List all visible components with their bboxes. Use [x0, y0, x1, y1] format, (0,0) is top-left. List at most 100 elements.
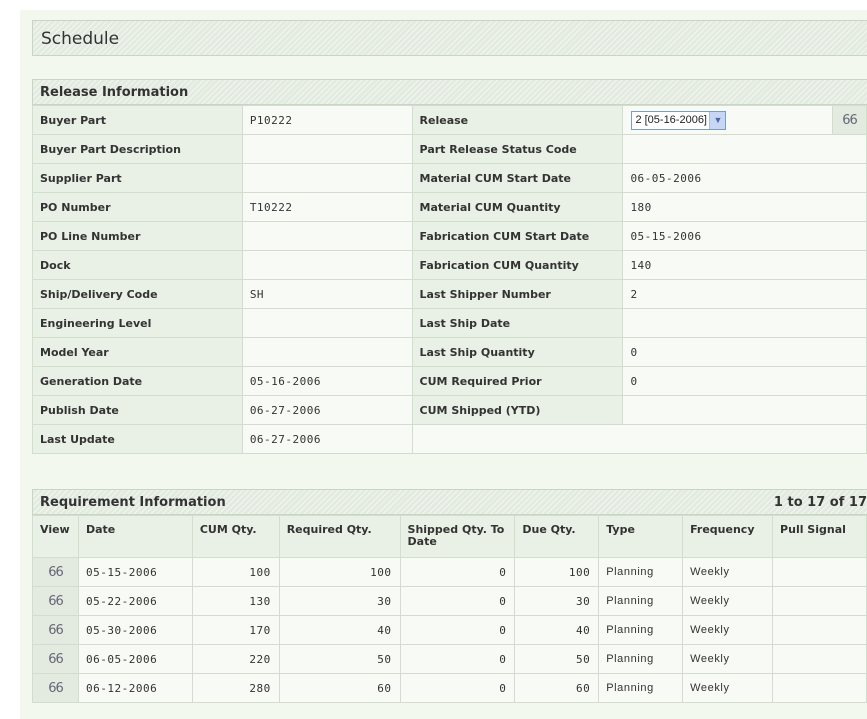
- value-cum-shipped-ytd: [622, 395, 867, 425]
- label-po-line-number: PO Line Number: [32, 221, 243, 251]
- release-info-table: Buyer Part P10222 Release 2 [05-16-2006] ▼ 66…: [32, 105, 867, 454]
- release-row: Model Year Last Ship Quantity 0: [32, 337, 867, 367]
- value-last-update: 06-27-2006: [241, 424, 413, 454]
- label-material-cum-quantity: Material CUM Quantity: [411, 192, 624, 222]
- cell-date: 05-22-2006: [77, 586, 193, 616]
- cell-required-qty: 30: [278, 586, 401, 616]
- label-model-year: Model Year: [32, 337, 243, 367]
- requirement-info-title: Requirement Information: [40, 495, 226, 510]
- column-header-shipped-qty-to-date[interactable]: Shipped Qty. To Date: [399, 515, 516, 558]
- table-row: 66 05-30-2006 170 40 0 40 Planning Weekly: [32, 615, 867, 645]
- label-last-ship-date: Last Ship Date: [411, 308, 624, 338]
- value-ship-delivery-code: SH: [241, 279, 413, 309]
- cell-shipped-qty: 0: [399, 644, 516, 674]
- cell-cum-qty: 130: [191, 586, 280, 616]
- value-last-ship-quantity: 0: [622, 337, 867, 367]
- label-cum-shipped-ytd: CUM Shipped (YTD): [411, 395, 624, 425]
- label-buyer-part: Buyer Part: [32, 105, 243, 135]
- view-button[interactable]: 66: [32, 615, 79, 645]
- value-last-shipper-number: 2: [622, 279, 867, 309]
- value-part-release-status-code: [622, 134, 867, 164]
- label-last-shipper-number: Last Shipper Number: [411, 279, 624, 309]
- cell-required-qty: 100: [278, 557, 401, 587]
- value-material-cum-quantity: 180: [622, 192, 867, 222]
- requirement-info-header: Requirement Information 1 to 17 of 17: [32, 489, 867, 515]
- cell-pull-signal: [772, 673, 867, 703]
- chevron-down-icon[interactable]: ▼: [709, 112, 726, 129]
- cell-type: Planning: [598, 586, 684, 616]
- release-select[interactable]: 2 [05-16-2006] ▼: [631, 111, 727, 130]
- cell-cum-qty: 280: [191, 673, 280, 703]
- pagination-range: 1 to 17 of 17: [773, 495, 867, 510]
- column-header-due-qty[interactable]: Due Qty.: [514, 515, 600, 558]
- label-last-ship-quantity: Last Ship Quantity: [411, 337, 624, 367]
- eyeglasses-icon: 66: [842, 112, 858, 128]
- release-row: PO Line Number Fabrication CUM Start Date…: [32, 221, 867, 251]
- label-supplier-part: Supplier Part: [32, 163, 243, 193]
- cell-frequency: Weekly: [682, 586, 774, 616]
- view-button[interactable]: 66: [32, 644, 79, 674]
- column-header-required-qty[interactable]: Required Qty.: [278, 515, 401, 558]
- view-button[interactable]: 66: [32, 586, 79, 616]
- empty-cell: [411, 424, 867, 454]
- release-row: Buyer Part Description Part Release Statu…: [32, 134, 867, 164]
- value-cum-required-prior: 0: [622, 366, 867, 396]
- value-buyer-part-description: [241, 134, 413, 164]
- value-po-number: T10222: [241, 192, 413, 222]
- column-header-date[interactable]: Date: [77, 515, 193, 558]
- release-select-cell: 2 [05-16-2006] ▼: [622, 105, 833, 135]
- table-row: 66 05-15-2006 100 100 0 100 Planning Weekly: [32, 557, 867, 587]
- requirement-table: View Date CUM Qty. Required Qty. Shipped Qty…: [32, 515, 867, 703]
- release-row: Engineering Level Last Ship Date: [32, 308, 867, 338]
- release-row: Ship/Delivery Code SH Last Shipper Number 2: [32, 279, 867, 309]
- value-supplier-part: [241, 163, 413, 193]
- label-publish-date: Publish Date: [32, 395, 243, 425]
- column-header-view[interactable]: View: [32, 515, 79, 558]
- cell-shipped-qty: 0: [399, 615, 516, 645]
- release-lookup-button[interactable]: 66: [832, 105, 867, 135]
- cell-pull-signal: [772, 644, 867, 674]
- release-row: Buyer Part P10222 Release 2 [05-16-2006] ▼ 66: [32, 105, 867, 135]
- label-part-release-status-code: Part Release Status Code: [411, 134, 624, 164]
- cell-date: 05-15-2006: [77, 557, 193, 587]
- cell-due-qty: 30: [514, 586, 600, 616]
- cell-shipped-qty: 0: [399, 557, 516, 587]
- column-header-pull-signal[interactable]: Pull Signal: [772, 515, 867, 558]
- cell-cum-qty: 170: [191, 615, 280, 645]
- label-cum-required-prior: CUM Required Prior: [411, 366, 624, 396]
- cell-due-qty: 40: [514, 615, 600, 645]
- cell-type: Planning: [598, 673, 684, 703]
- label-ship-delivery-code: Ship/Delivery Code: [32, 279, 243, 309]
- page-title: Schedule: [41, 29, 120, 49]
- label-release: Release: [411, 105, 624, 135]
- value-dock: [241, 250, 413, 280]
- value-last-ship-date: [622, 308, 867, 338]
- cell-required-qty: 50: [278, 644, 401, 674]
- eyeglasses-icon: 66: [48, 593, 64, 609]
- label-engineering-level: Engineering Level: [32, 308, 243, 338]
- column-header-type[interactable]: Type: [598, 515, 684, 558]
- value-fabrication-cum-quantity: 140: [622, 250, 867, 280]
- eyeglasses-icon: 66: [48, 564, 64, 580]
- release-info-header: Release Information: [32, 79, 867, 105]
- value-fabrication-cum-start-date: 05-15-2006: [622, 221, 867, 251]
- cell-frequency: Weekly: [682, 557, 774, 587]
- table-row: 66 05-22-2006 130 30 0 30 Planning Weekly: [32, 586, 867, 616]
- page: Schedule Release Information Buyer Part P…: [20, 10, 867, 719]
- value-model-year: [241, 337, 413, 367]
- view-button[interactable]: 66: [32, 673, 79, 703]
- release-row: Last Update 06-27-2006: [32, 424, 867, 454]
- value-buyer-part: P10222: [241, 105, 413, 135]
- table-row: 66 06-05-2006 220 50 0 50 Planning Weekly: [32, 644, 867, 674]
- cell-frequency: Weekly: [682, 615, 774, 645]
- view-button[interactable]: 66: [32, 557, 79, 587]
- value-material-cum-start-date: 06-05-2006: [622, 163, 867, 193]
- label-generation-date: Generation Date: [32, 366, 243, 396]
- cell-date: 06-12-2006: [77, 673, 193, 703]
- label-dock: Dock: [32, 250, 243, 280]
- cell-shipped-qty: 0: [399, 673, 516, 703]
- cell-pull-signal: [772, 557, 867, 587]
- cell-type: Planning: [598, 644, 684, 674]
- column-header-cum-qty[interactable]: CUM Qty.: [191, 515, 280, 558]
- column-header-frequency[interactable]: Frequency: [682, 515, 774, 558]
